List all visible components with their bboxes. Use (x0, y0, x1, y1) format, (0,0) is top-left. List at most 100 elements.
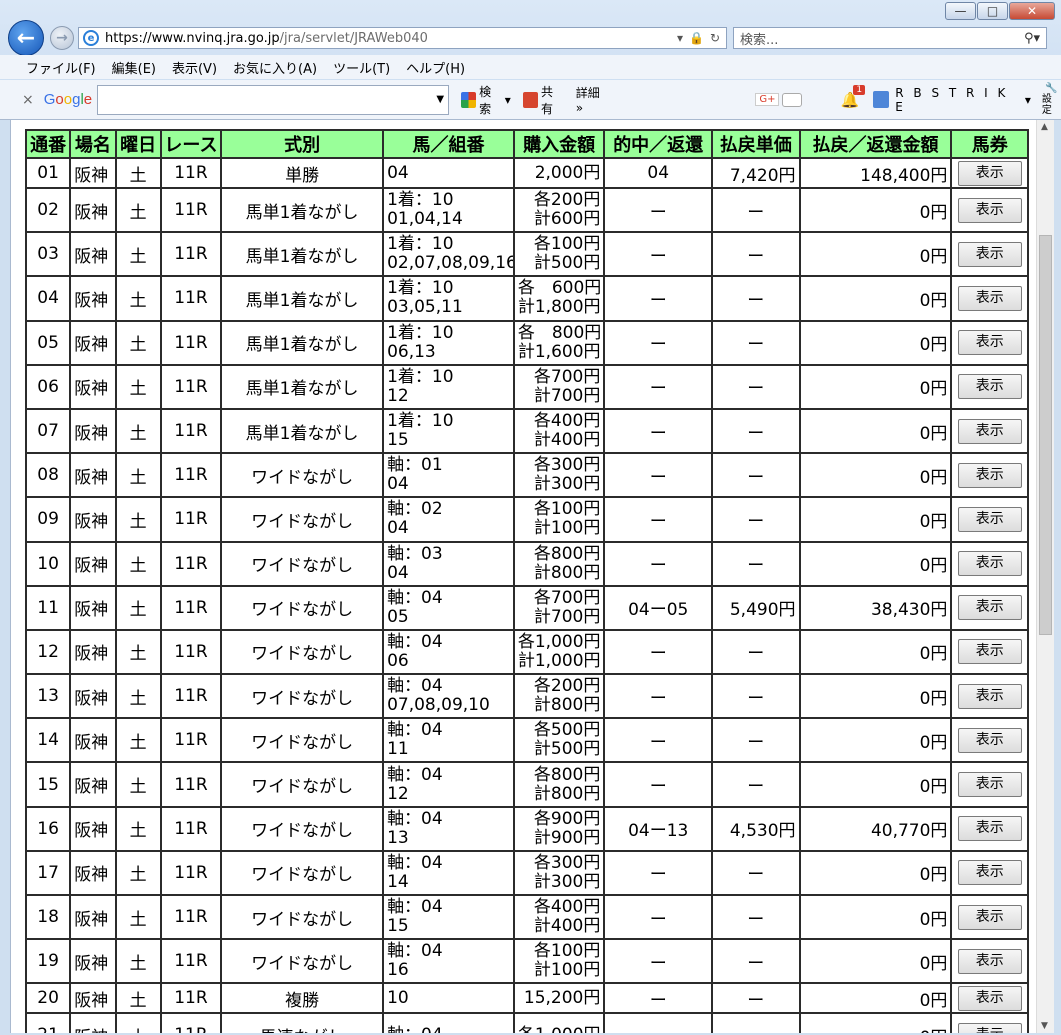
show-ticket-button[interactable]: 表示 (957, 595, 1022, 621)
menu-edit[interactable]: 編集(E) (104, 58, 164, 77)
close-toolbar-icon[interactable]: × (22, 92, 34, 108)
scroll-up-icon[interactable]: ▲ (1041, 122, 1048, 132)
dropdown-icon[interactable]: ▾ (677, 31, 683, 45)
cell-venue: 阪神 (71, 454, 115, 497)
cell-bet-type: 単勝 (222, 159, 383, 187)
show-ticket-button[interactable]: 表示 (957, 948, 1022, 974)
combo-line: 04 (387, 474, 409, 495)
detail-button[interactable]: 詳細 » (576, 84, 610, 115)
cell-hit: 04ー05 (605, 586, 712, 629)
menu-tools[interactable]: ツール(T) (325, 58, 398, 77)
show-ticket-button[interactable]: 表示 (957, 816, 1022, 842)
show-ticket-button[interactable]: 表示 (957, 904, 1022, 930)
show-ticket-button[interactable]: 表示 (957, 506, 1022, 532)
scroll-down-icon[interactable]: ▼ (1041, 1021, 1048, 1031)
dropdown-icon: ▾ (504, 92, 511, 107)
user-account[interactable]: R B S T R I K E ▾ (873, 86, 1034, 114)
cell-payout: 0円 (800, 454, 951, 497)
show-ticket-button[interactable]: 表示 (957, 462, 1022, 488)
show-ticket-button[interactable]: 表示 (957, 197, 1022, 223)
combo-line: 1着：10 (387, 234, 454, 255)
amount-line: 計400円 (533, 916, 601, 937)
cell-ticket: 表示 (952, 586, 1027, 629)
cell-venue: 阪神 (71, 851, 115, 894)
notification-bell-icon[interactable]: 🔔 1 (840, 84, 866, 109)
menu-view[interactable]: 表示(V) (164, 58, 225, 77)
show-ticket-button[interactable]: 表示 (957, 683, 1022, 709)
show-ticket-button[interactable]: 表示 (957, 772, 1022, 798)
menu-file[interactable]: ファイル(F) (18, 58, 104, 77)
cell-day: 土 (116, 454, 160, 497)
show-ticket-button[interactable]: 表示 (957, 160, 1022, 186)
cell-race: 11R (161, 454, 221, 497)
show-ticket-button[interactable]: 表示 (957, 727, 1022, 753)
menu-help[interactable]: ヘルプ(H) (398, 58, 473, 77)
forward-button[interactable]: → (50, 26, 74, 50)
show-ticket-button[interactable]: 表示 (957, 551, 1022, 577)
cell-amount: 各200円 計600円 (514, 189, 604, 232)
browser-search-input[interactable]: 検索... ⚲▾ (733, 27, 1047, 49)
cell-no: 20 (27, 984, 70, 1013)
maximize-button[interactable]: □ (977, 2, 1008, 20)
table-row: 04 阪神土 11R 馬単1着ながし 1着：10 03,05,11 各 600円 計1,800… (27, 277, 1027, 320)
close-window-button[interactable]: ✕ (1009, 2, 1055, 20)
show-ticket-button[interactable]: 表示 (957, 985, 1022, 1011)
show-ticket-button[interactable]: 表示 (957, 1022, 1022, 1033)
cell-combo: 1着：10 15 (384, 409, 513, 453)
vertical-scrollbar[interactable]: ▲ ▼ (1036, 120, 1054, 1033)
back-button[interactable]: ← (8, 20, 44, 56)
show-ticket-button[interactable]: 表示 (957, 330, 1022, 356)
cell-race: 11R (161, 189, 221, 232)
table-row: 06 阪神土 11R 馬単1着ながし 1着：10 12 各700円 計700円ーー 0円 表示 (27, 365, 1027, 408)
table-row: 07 阪神土 11R 馬単1着ながし 1着：10 15 各400円 計400円ーー 0円 表示 (27, 409, 1027, 453)
combo-line: 軸：04 (387, 676, 443, 697)
menu-favorites[interactable]: お気に入り(A) (225, 58, 325, 77)
gplus-widget[interactable]: G+ (755, 92, 803, 107)
cell-no: 05 (27, 321, 70, 364)
table-row: 16 阪神土 11R ワイドながし 軸：04 13 各900円 計900円 04ー13 4,530… (27, 807, 1027, 850)
search-icon[interactable]: ⚲▾ (1024, 31, 1040, 46)
google-search-input[interactable]: ▼ (97, 84, 450, 115)
combo-line: 16 (387, 960, 409, 981)
show-ticket-button[interactable]: 表示 (957, 418, 1022, 444)
cell-day: 土 (116, 277, 160, 320)
chevron-down-icon[interactable]: ▼ (436, 94, 444, 105)
gplus-toggle[interactable] (782, 92, 803, 107)
lock-icon[interactable]: 🔒 (689, 31, 704, 45)
settings-button[interactable]: 🔧 設定 (1042, 83, 1061, 116)
cell-unit-payout: ー (713, 851, 799, 894)
cell-day: 土 (116, 498, 160, 541)
combo-line: 14 (387, 871, 409, 892)
amount-line: 計800円 (533, 783, 601, 804)
show-ticket-button[interactable]: 表示 (957, 639, 1022, 665)
combo-line: 軸：04 (387, 897, 443, 918)
cell-venue: 阪神 (71, 365, 115, 408)
scrollbar-thumb[interactable] (1039, 235, 1052, 635)
combo-line: 軸：04 (387, 631, 443, 652)
cell-day: 土 (116, 1014, 160, 1033)
combo-line: 1着：10 (387, 411, 454, 432)
show-ticket-button[interactable]: 表示 (957, 241, 1022, 267)
address-bar[interactable]: e https://www.nvinq.jra.go.jp/jra/servle… (78, 27, 727, 49)
show-ticket-button[interactable]: 表示 (957, 285, 1022, 311)
table-row: 11 阪神土 11R ワイドながし 軸：04 05 各700円 計700円 04ー05 5,490… (27, 586, 1027, 629)
cell-bet-type: 馬連ながし (222, 1014, 383, 1033)
address-bar-icons: ▾ 🔒 ↻ (677, 31, 720, 45)
table-row: 14 阪神土 11R ワイドながし 軸：04 11 各500円 計500円ーー 0円 表示 (27, 719, 1027, 762)
refresh-icon[interactable]: ↻ (710, 31, 720, 45)
cell-amount: 各800円 計800円 (514, 542, 604, 585)
cell-hit: 04ー13 (605, 807, 712, 850)
minimize-button[interactable]: — (945, 2, 976, 20)
url-path: /jra/servlet/JRAWeb040 (279, 30, 428, 46)
cell-no: 19 (27, 940, 70, 983)
cell-race: 11R (161, 763, 221, 806)
google-search-button[interactable]: 検索 ▾ (461, 83, 511, 117)
amount-line: 計700円 (533, 385, 601, 406)
cell-amount: 各300円 計300円 (514, 454, 604, 497)
amount-line: 計900円 (533, 827, 601, 848)
show-ticket-button[interactable]: 表示 (957, 374, 1022, 400)
show-ticket-button[interactable]: 表示 (957, 860, 1022, 886)
share-button[interactable]: 共有 (522, 83, 564, 117)
cell-no: 03 (27, 233, 70, 276)
page-content: 通番 場名 曜日 レース 式別 馬／組番 購入金額 的中／返還 払戻単価 払戻／返還金額 馬券 01… (10, 120, 1036, 1033)
